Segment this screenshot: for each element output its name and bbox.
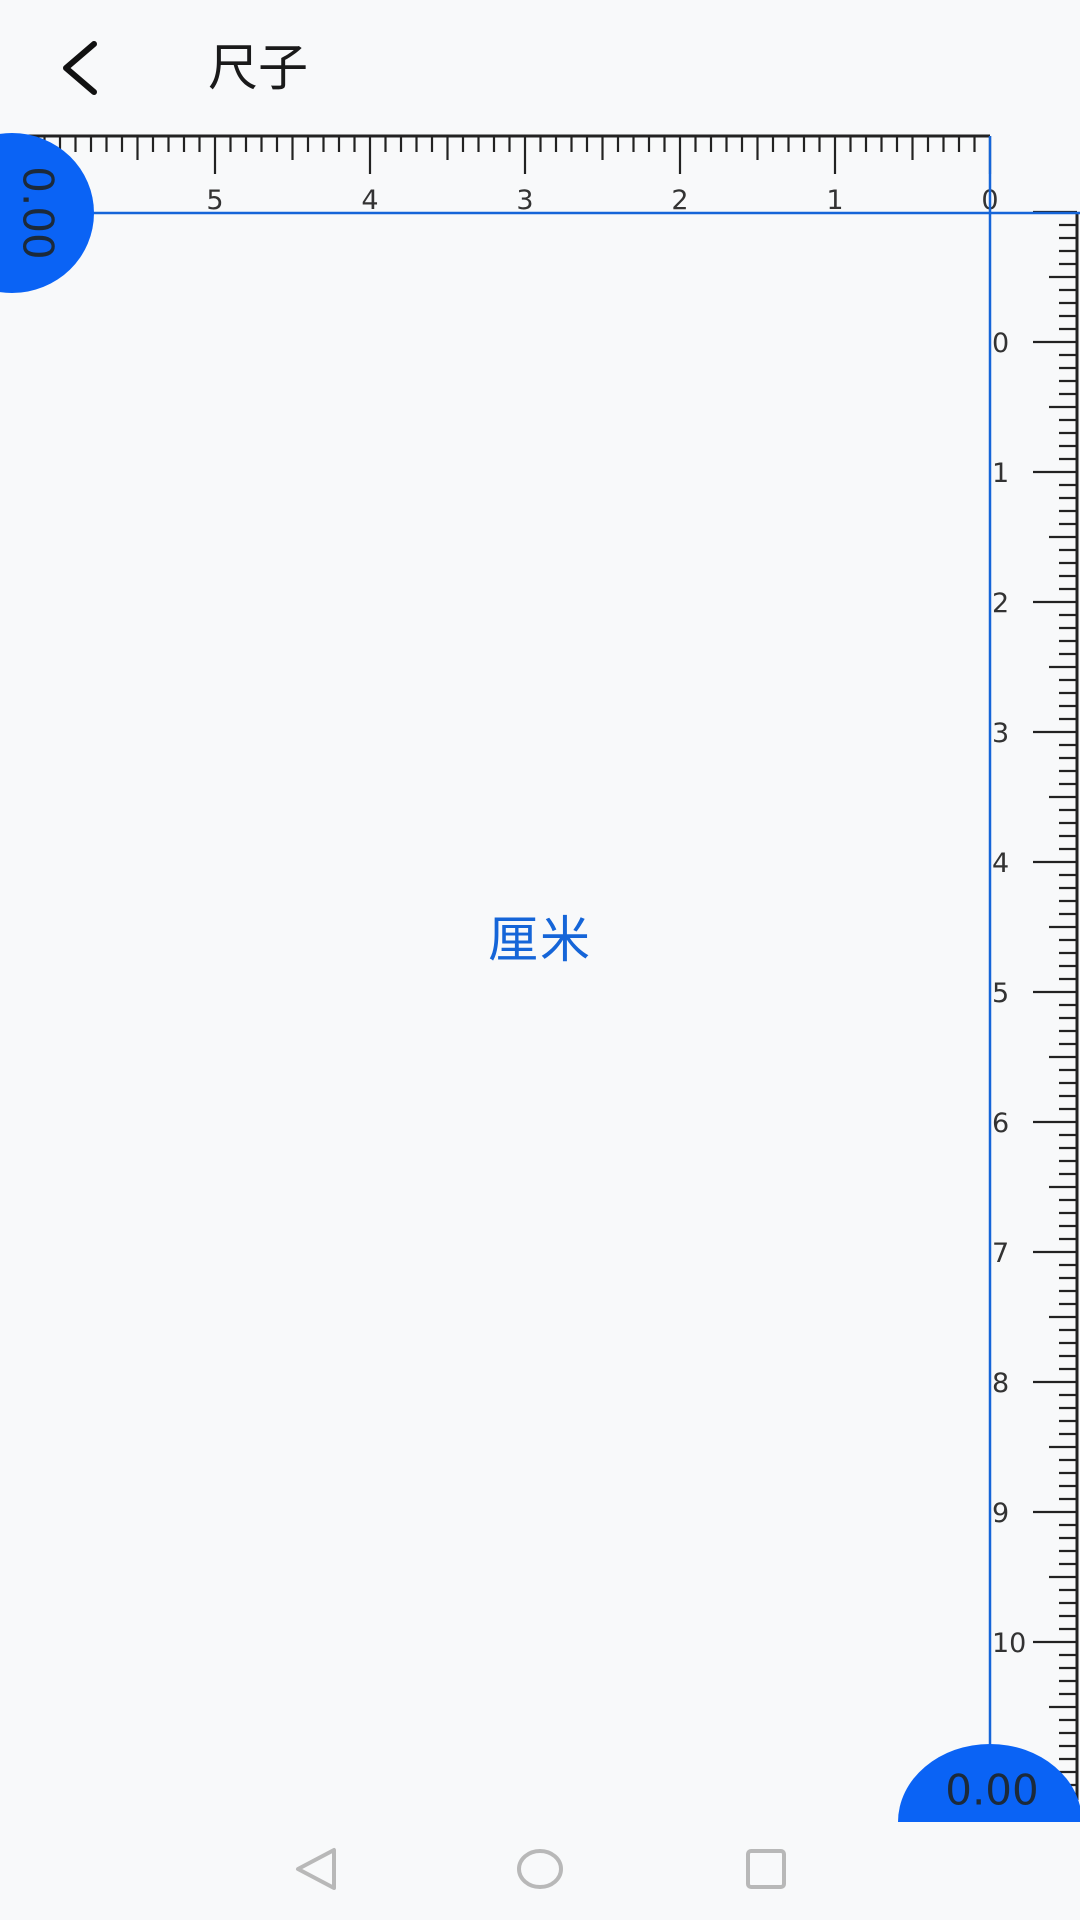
vertical-ruler-label: 6 xyxy=(992,1108,1009,1139)
horizontal-measure-handle[interactable]: 0.00 xyxy=(0,133,94,293)
nav-home-button[interactable] xyxy=(500,1830,580,1910)
vertical-ruler-labels: 0 1 2 3 4 5 6 7 8 9 10 xyxy=(992,328,1026,1659)
vertical-ruler: 0 1 2 3 4 5 6 7 8 9 10 xyxy=(992,210,1079,1800)
vertical-ruler-label: 5 xyxy=(992,978,1009,1009)
horizontal-ruler-label: 5 xyxy=(206,185,223,216)
triangle-back-icon xyxy=(296,1848,336,1890)
square-recents-icon xyxy=(746,1849,786,1889)
nav-back-button[interactable] xyxy=(276,1830,356,1910)
horizontal-reading: 0.00 xyxy=(14,166,63,260)
vertical-ruler-label: 4 xyxy=(992,848,1009,879)
unit-label: 厘米 xyxy=(488,911,592,969)
system-nav-bar xyxy=(0,1822,1080,1920)
horizontal-ruler-label: 3 xyxy=(516,185,533,216)
vertical-ruler-ticks xyxy=(1033,210,1077,1800)
nav-recents-button[interactable] xyxy=(726,1830,806,1910)
vertical-ruler-label: 3 xyxy=(992,718,1009,749)
vertical-ruler-label: 10 xyxy=(992,1628,1026,1659)
horizontal-ruler-label: 4 xyxy=(361,185,378,216)
vertical-ruler-label: 8 xyxy=(992,1368,1009,1399)
vertical-ruler-label: 9 xyxy=(992,1498,1009,1529)
horizontal-ruler-label: 2 xyxy=(671,185,688,216)
ruler-screen: 尺子 012345 012345678910 0.00 0.00 厘米 xyxy=(0,0,1080,1920)
horizontal-ruler-labels: 012345 xyxy=(206,185,998,216)
circle-home-icon xyxy=(517,1849,563,1889)
vertical-ruler-label: 0 xyxy=(992,328,1009,359)
vertical-ruler-label: 2 xyxy=(992,588,1009,619)
vertical-reading: 0.00 xyxy=(945,1766,1039,1815)
horizontal-ruler: 012345 xyxy=(22,134,999,216)
horizontal-ruler-label: 1 xyxy=(826,185,843,216)
vertical-ruler-label: 1 xyxy=(992,458,1009,489)
vertical-ruler-label: 7 xyxy=(992,1238,1009,1269)
horizontal-ruler-ticks xyxy=(27,136,992,174)
